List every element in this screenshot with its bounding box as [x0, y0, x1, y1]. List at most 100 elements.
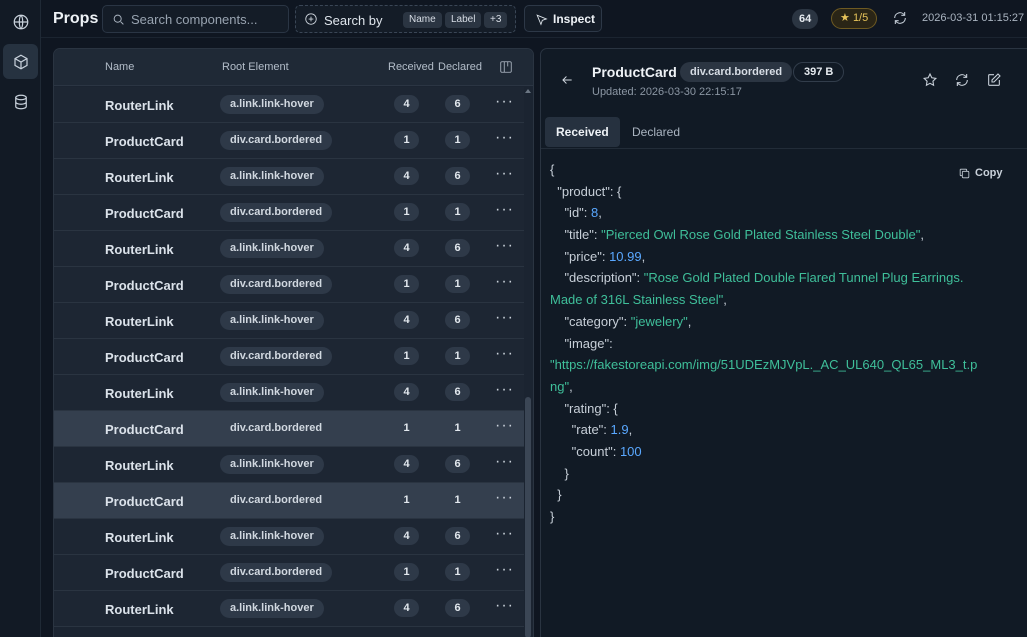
search-by-label: Search by [324, 13, 383, 28]
tab-received[interactable]: Received [545, 117, 620, 147]
more-options-icon[interactable]: ··· [495, 346, 514, 362]
json-line: "image": [550, 333, 1020, 355]
more-options-icon[interactable]: ··· [495, 598, 514, 614]
received-count-badge: 4 [394, 95, 419, 113]
table-row[interactable]: ProductCard div.card.bordered 1 1 ··· [54, 555, 524, 591]
declared-count-badge: 6 [445, 383, 470, 401]
table-row[interactable]: ProductCard div.card.bordered 1 1 ··· [54, 267, 524, 303]
json-line: "category": "jewelery", [550, 311, 1020, 333]
column-header-declared[interactable]: Declared [438, 61, 482, 73]
more-options-icon[interactable]: ··· [495, 562, 514, 578]
component-name: RouterLink [105, 386, 174, 401]
more-options-icon[interactable]: ··· [495, 166, 514, 182]
table-row[interactable]: ProductCard div.card.bordered 1 1 ··· [54, 483, 524, 519]
table-row[interactable]: RouterLink a.link.link-hover 4 6 ··· [54, 447, 524, 483]
received-count-badge: 4 [394, 527, 419, 545]
table-row[interactable]: ProductCard div.card.bordered 1 1 ··· [54, 123, 524, 159]
table-row[interactable]: RouterLink a.link.link-hover 4 6 ··· [54, 519, 524, 555]
root-element-badge: a.link.link-hover [220, 599, 324, 618]
more-options-icon[interactable]: ··· [495, 274, 514, 290]
root-element-badge: a.link.link-hover [220, 455, 324, 474]
detail-tabs: Received Declared [541, 115, 1027, 149]
declared-count-badge: 6 [445, 599, 470, 617]
search-by-button[interactable]: Search by Name Label +3 [295, 5, 516, 33]
component-name: RouterLink [105, 242, 174, 257]
rating-badge[interactable]: ★ 1/5 [831, 8, 878, 29]
json-punctuation: , [628, 422, 633, 438]
json-punctuation: "product": { [550, 183, 622, 199]
component-name: ProductCard [105, 278, 184, 293]
detail-size-badge: 397 B [793, 62, 845, 82]
json-line: ng", [550, 376, 1020, 398]
more-options-icon[interactable]: ··· [495, 130, 514, 146]
table-row[interactable]: ProductCard div.card.bordered 1 1 ··· [54, 339, 524, 375]
declared-count-badge: 6 [445, 527, 470, 545]
json-punctuation: , [641, 248, 646, 264]
component-name: ProductCard [105, 134, 184, 149]
json-line: } [550, 463, 1020, 485]
declared-count-badge: 1 [445, 275, 470, 293]
search-icon [113, 14, 124, 25]
json-line: "title": "Pierced Owl Rose Gold Plated S… [550, 224, 1020, 246]
column-header-name[interactable]: Name [105, 61, 134, 73]
table-row[interactable]: ProductCard div.card.bordered 1 1 ··· [54, 195, 524, 231]
tab-declared[interactable]: Declared [621, 117, 691, 147]
scroll-up-arrow-icon[interactable] [525, 89, 531, 93]
json-punctuation: "description": [550, 270, 644, 286]
scrollbar-thumb[interactable] [525, 397, 531, 637]
database-icon[interactable] [3, 84, 38, 119]
table-scrollbar[interactable] [524, 87, 532, 637]
column-header-received[interactable]: Received [388, 61, 434, 73]
json-line: "rate": 1.9, [550, 419, 1020, 441]
table-row[interactable]: RouterLink a.link.link-hover 4 6 ··· [54, 87, 524, 123]
json-punctuation: "id": [550, 205, 592, 221]
more-options-icon[interactable]: ··· [495, 526, 514, 542]
more-options-icon[interactable]: ··· [495, 238, 514, 254]
refresh-icon[interactable] [954, 72, 970, 88]
column-header-root-element[interactable]: Root Element [222, 61, 289, 73]
app-title: Props [53, 10, 99, 27]
globe-icon[interactable] [3, 4, 38, 39]
component-name: ProductCard [105, 422, 184, 437]
search-input[interactable] [131, 11, 281, 28]
json-punctuation: "title": [550, 227, 602, 243]
more-options-icon[interactable]: ··· [495, 202, 514, 218]
table-row[interactable]: RouterLink a.link.link-hover 4 6 ··· [54, 159, 524, 195]
component-name: ProductCard [105, 350, 184, 365]
root-element-badge: div.card.bordered [230, 494, 323, 506]
root-element-badge: div.card.bordered [230, 422, 323, 434]
more-options-icon[interactable]: ··· [495, 94, 514, 110]
more-options-icon[interactable]: ··· [495, 454, 514, 470]
search-by-chip-label: Label [445, 12, 482, 28]
more-options-icon[interactable]: ··· [495, 490, 514, 506]
json-string-value: "Rose Gold Plated Double Flared Tunnel P… [643, 270, 964, 286]
search-box[interactable] [102, 5, 289, 33]
search-by-chip-more: +3 [484, 12, 508, 28]
table-row[interactable]: RouterLink a.link.link-hover 4 6 ··· [54, 303, 524, 339]
received-count-badge: 4 [394, 599, 419, 617]
more-options-icon[interactable]: ··· [495, 382, 514, 398]
json-punctuation: "rating": { [550, 400, 618, 416]
component-name: RouterLink [105, 602, 174, 617]
table-row[interactable]: RouterLink a.link.link-hover 4 6 ··· [54, 231, 524, 267]
table-row[interactable]: ProductCard div.card.bordered 1 1 ··· [54, 411, 524, 447]
cube-icon[interactable] [3, 44, 38, 79]
declared-count-badge: 1 [445, 563, 470, 581]
json-number-value: 1.9 [610, 422, 629, 438]
detail-title: ProductCard [592, 64, 677, 80]
json-line: "https://fakestoreapi.com/img/51UDEzMJVp… [550, 354, 1020, 376]
table-row[interactable]: RouterLink a.link.link-hover 4 6 ··· [54, 375, 524, 411]
inspect-button[interactable]: Inspect [524, 5, 602, 32]
back-arrow-icon[interactable] [560, 73, 574, 87]
star-outline-icon[interactable] [922, 72, 938, 88]
component-name: RouterLink [105, 530, 174, 545]
more-options-icon[interactable]: ··· [495, 418, 514, 434]
json-punctuation: "count": [550, 443, 620, 459]
refresh-icon[interactable] [892, 10, 908, 26]
more-options-icon[interactable]: ··· [495, 310, 514, 326]
edit-icon[interactable] [986, 72, 1002, 88]
json-punctuation: "category": [550, 313, 631, 329]
table-row[interactable]: RouterLink a.link.link-hover 4 6 ··· [54, 591, 524, 627]
column-settings-icon[interactable] [499, 60, 513, 74]
json-line: "description": "Rose Gold Plated Double … [550, 267, 1020, 289]
